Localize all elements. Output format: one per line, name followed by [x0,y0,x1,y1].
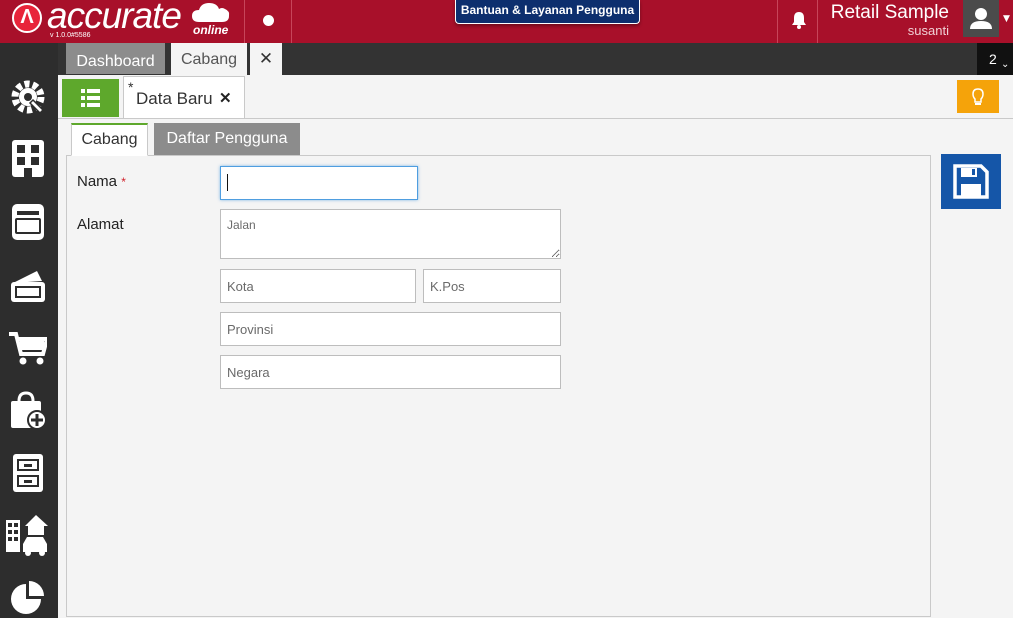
report-chart-icon[interactable] [9,578,47,616]
user-icon [970,8,992,29]
divider [817,0,818,43]
tab-cabang[interactable]: Cabang [171,43,247,75]
asset-icon[interactable] [5,514,49,558]
document-tab[interactable]: * Data Baru ✕ [123,76,245,118]
bell-icon[interactable] [789,10,809,30]
divider [777,0,778,43]
username: susanti [907,23,949,38]
negara-field[interactable] [220,355,561,389]
company-icon[interactable] [9,139,47,177]
sidebar [0,43,58,618]
user-info[interactable]: Retail Sample susanti [820,1,949,37]
lightbulb-icon [972,88,984,105]
nama-label: Nama * [77,173,126,190]
logo-online-text: online [193,23,229,37]
unsaved-marker: * [128,79,134,95]
alamat-label: Alamat [77,216,124,233]
cash-bank-icon[interactable] [9,265,47,303]
save-button[interactable] [941,154,1001,209]
chevron-down-icon[interactable]: ▼ [1003,14,1010,24]
floppy-disk-icon [953,164,989,199]
tab-cabang-form[interactable]: Cabang [71,123,148,156]
open-tabs-dropdown[interactable]: 2 ⌄ [977,43,1013,75]
top-bar: Λ accurate online v 1.0.0#5586 Bantuan &… [0,0,1013,43]
close-icon[interactable]: ✕ [250,43,282,75]
help-button[interactable]: Bantuan & Layanan Pengguna [455,0,640,24]
divider [291,0,292,43]
provinsi-field[interactable] [220,312,561,346]
accurate-logo-icon[interactable]: Λ [12,3,42,33]
list-view-button[interactable] [62,79,119,117]
nama-input[interactable] [220,166,418,200]
document-title: Data Baru [136,89,213,108]
divider [244,0,245,43]
required-marker: * [121,175,126,189]
settings-icon[interactable] [9,78,47,116]
cloud-logo-icon [192,3,230,22]
version-label: v 1.0.0#5586 [50,32,91,39]
tips-button[interactable] [957,80,999,113]
jalan-field[interactable] [220,209,561,259]
kpos-field[interactable] [423,269,561,303]
tab-daftar-pengguna[interactable]: Daftar Pengguna [154,123,300,155]
company-name: Retail Sample [830,2,949,23]
list-icon [81,89,100,107]
text-cursor [227,174,228,191]
open-tabs-count: 2 [989,51,997,67]
tab-dashboard[interactable]: Dashboard [66,43,165,74]
avatar[interactable] [963,0,999,37]
purchase-bag-icon[interactable] [9,391,47,429]
nama-label-text: Nama [77,173,118,190]
status-dot-icon[interactable] [263,15,274,26]
inventory-cabinet-icon[interactable] [9,454,47,492]
sales-cart-icon[interactable] [9,328,47,366]
kota-field[interactable] [220,269,416,303]
ledger-icon[interactable] [9,203,47,241]
close-icon[interactable]: ✕ [219,89,232,107]
